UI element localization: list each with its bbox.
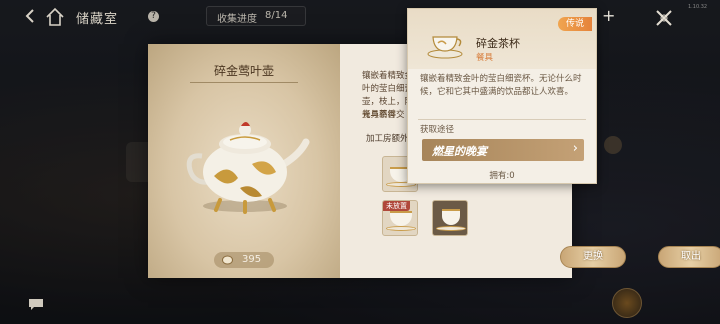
event-badge-icon[interactable] [612, 288, 642, 318]
popup-divider [418, 119, 586, 120]
plus-icon[interactable]: + [602, 8, 615, 24]
coin-icon [222, 255, 233, 265]
back-icon[interactable] [24, 9, 38, 23]
swap-button[interactable]: 更换 [560, 246, 626, 268]
chevron-right-icon: › [572, 141, 578, 156]
bonus-label: 加工房额外 [366, 134, 409, 144]
item-name: 碎金莺叶壶 [213, 64, 274, 78]
help-icon[interactable]: ? [148, 11, 159, 22]
price-value: 395 [242, 254, 262, 265]
source-link-button[interactable]: 燃星的晚宴 › [422, 139, 584, 161]
home-icon[interactable] [44, 6, 66, 28]
popup-item-name: 碎金茶杯 [476, 37, 520, 50]
price-badge: 395 [214, 252, 274, 268]
teapot-image [186, 122, 310, 214]
rarity-badge: 传说 [557, 17, 592, 31]
cup-icon [390, 211, 412, 226]
bowl-icon [442, 209, 460, 225]
item-detail-popup: 传说 碎金茶杯 餐具 镶嵌着精致金叶的莹白细瓷杯。无论什么时候，它和它其中盛满的… [407, 8, 597, 184]
progress-value: 8/14 [265, 10, 288, 21]
page-title: 储藏室 [76, 12, 119, 27]
item-slot-unplaced[interactable]: 未放置 [382, 200, 418, 236]
close-icon[interactable] [654, 8, 674, 28]
source-label: 获取途径 [420, 125, 455, 135]
chat-icon[interactable] [28, 298, 44, 311]
source-name: 燃星的晚宴 [432, 145, 487, 158]
version-text: 1.10.32 [688, 4, 708, 10]
popup-category: 餐具 [476, 53, 494, 63]
set-tag: 餐具羁绊 [362, 110, 397, 120]
owned-count: 拥有:0 [489, 171, 515, 181]
item-preview: 碎金莺叶壶 395 [148, 44, 340, 278]
title-divider [190, 82, 298, 83]
top-bar: 储藏室 ? 收集进度 8/14 + 1.10.32 [0, 0, 720, 34]
popup-description: 镶嵌着精致金叶的莹白细瓷杯。无论什么时候，它和它其中盛满的饮品都让人欢喜。 [420, 74, 582, 97]
teacup-icon [427, 36, 463, 59]
popup-header: 传说 碎金茶杯 餐具 [408, 9, 596, 69]
saucer-icon [386, 226, 416, 231]
progress-label: 收集进度 [217, 14, 257, 25]
take-out-button[interactable]: 取出 [658, 246, 720, 268]
unplaced-tag: 未放置 [383, 201, 410, 211]
saucer-icon [436, 226, 466, 231]
collection-progress: 收集进度 8/14 [206, 6, 306, 26]
item-slot[interactable] [432, 200, 468, 236]
